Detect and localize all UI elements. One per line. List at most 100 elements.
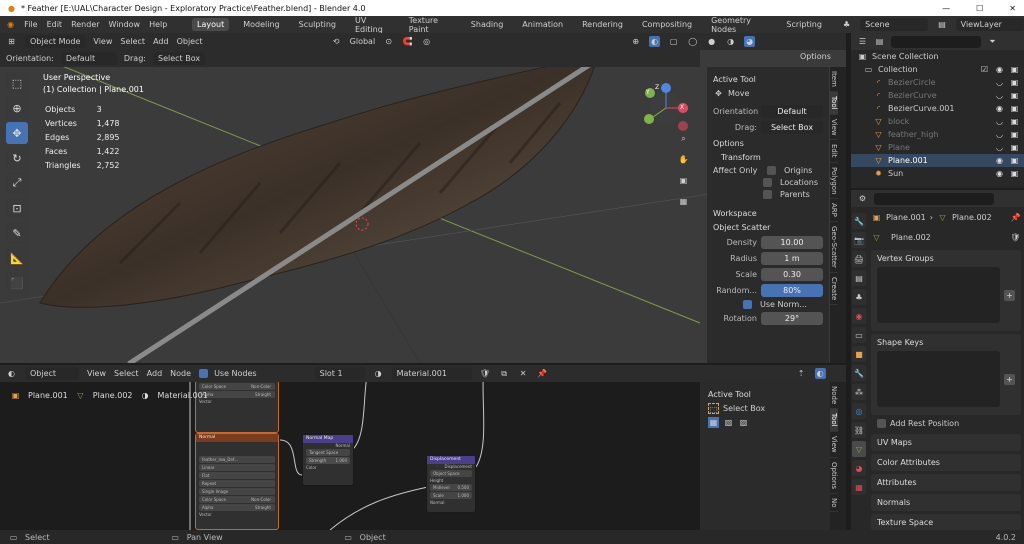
workspace-tab-scripting[interactable]: Scripting (781, 18, 827, 31)
uv-maps-section[interactable]: UV Maps (871, 434, 1021, 451)
pan-hand-icon[interactable]: ✋ (678, 154, 689, 165)
density-field[interactable]: 10.00 (761, 236, 823, 249)
pin-icon[interactable]: 📌 (1010, 212, 1021, 223)
tab-node-tool[interactable]: Tool (830, 409, 838, 432)
workspace-tab-rendering[interactable]: Rendering (577, 18, 628, 31)
shader-type-selector[interactable]: Object (25, 367, 79, 380)
select-box-tool-icon[interactable]: ⬚ (6, 72, 28, 94)
render-tab-icon[interactable]: 📷 (852, 232, 866, 248)
outliner-row[interactable]: ▭ Collection ☑ ◉ ▣ (851, 63, 1024, 76)
render-camera-icon[interactable]: ▣ (1009, 64, 1020, 75)
display-mode-icon[interactable]: ▤ (874, 36, 885, 47)
shape-keys-header[interactable]: Shape Keys (877, 338, 1015, 347)
move-tool-icon[interactable]: ✥ (6, 122, 28, 144)
unlink-material-icon[interactable]: ✕ (518, 368, 529, 379)
render-camera-icon[interactable]: ▣ (1009, 90, 1020, 101)
shading-solid-icon[interactable]: ● (706, 36, 717, 47)
camera-view-icon[interactable]: ▣ (678, 175, 689, 186)
menu-window[interactable]: Window (109, 20, 141, 29)
tab-tool[interactable]: Tool (830, 91, 838, 115)
physics-tab-icon[interactable]: ◎ (852, 403, 866, 419)
options-button[interactable]: Options (800, 52, 831, 61)
tab-node-no[interactable]: No (830, 494, 838, 513)
parents-checkbox[interactable] (763, 190, 772, 199)
use-normal-checkbox[interactable] (743, 300, 752, 309)
normal-map-node[interactable]: Normal Map Normal Tangent Space Strength… (302, 434, 354, 486)
viewport-menu-select[interactable]: Select (120, 37, 145, 46)
world-tab-icon[interactable]: ◉ (852, 308, 866, 324)
outliner-row[interactable]: ✹ Sun ◉ ▣ (851, 167, 1024, 180)
active-tool-header[interactable]: Active Tool (713, 75, 823, 84)
visibility-eye-icon[interactable]: ◡ (994, 142, 1005, 153)
outliner-row[interactable]: ◜ BezierCircle ◡ ▣ (851, 76, 1024, 89)
window-close-button[interactable]: ✕ (1009, 4, 1016, 13)
outliner-row-selected[interactable]: ▽ Plane.001 ◉ ▣ (851, 154, 1024, 167)
radius-field[interactable]: 1 m (761, 252, 823, 265)
vertex-groups-header[interactable]: Vertex Groups (877, 254, 1015, 263)
scale-field[interactable]: Scale 1.000 (430, 492, 472, 499)
render-camera-icon[interactable]: ▣ (1009, 116, 1020, 127)
xray-icon[interactable]: ▢ (668, 36, 679, 47)
node-title[interactable]: Normal (196, 434, 278, 442)
render-camera-icon[interactable]: ▣ (1009, 142, 1020, 153)
view-layer-selector[interactable]: ViewLayer (955, 18, 1024, 31)
checkbox-icon[interactable]: ☑ (979, 64, 990, 75)
viewport-menu-object[interactable]: Object (177, 37, 203, 46)
options-section[interactable]: Options (713, 139, 823, 148)
tab-item[interactable]: Item (830, 67, 838, 92)
fake-user-shield-icon[interactable]: 🛡 (1010, 232, 1021, 243)
node-field[interactable]: Object Space (430, 470, 472, 477)
snap-icon[interactable]: 🧲 (402, 36, 413, 47)
outliner-row[interactable]: ▣ Scene Collection (851, 50, 1024, 63)
select-mode-extend-icon[interactable]: ▧ (723, 417, 734, 428)
node-menu-select[interactable]: Select (114, 369, 139, 378)
tab-arp[interactable]: ARP (830, 199, 838, 223)
scene-icon[interactable]: ♣ (842, 19, 851, 30)
overlay-node-icon[interactable]: ◐ (814, 368, 826, 379)
transform-orientation-icon[interactable]: ⟲ (331, 36, 342, 47)
material-sphere-icon[interactable]: ◑ (373, 368, 384, 379)
tab-geo-scatter[interactable]: Geo-Scatter (830, 222, 838, 274)
gizmo-toggle-icon[interactable]: ⊕ (630, 36, 641, 47)
tab-node[interactable]: Node (830, 382, 838, 410)
node-menu-add[interactable]: Add (147, 369, 163, 378)
view-layer-tab-icon[interactable]: ▤ (852, 270, 866, 286)
color-attributes-section[interactable]: Color Attributes (871, 454, 1021, 471)
visibility-eye-icon[interactable]: ◉ (994, 64, 1005, 75)
outliner-search-input[interactable] (891, 35, 981, 48)
visibility-eye-icon[interactable]: ◉ (994, 168, 1005, 179)
drag-selector[interactable]: Select Box (152, 52, 206, 65)
node-title[interactable]: Normal Map (303, 435, 353, 443)
render-camera-icon[interactable]: ▣ (1009, 129, 1020, 140)
visibility-eye-icon[interactable]: ◡ (994, 90, 1005, 101)
tab-node-view[interactable]: View (830, 432, 838, 458)
displacement-node[interactable]: Displacement Displacement Object Space H… (426, 455, 476, 513)
object-scatter-section[interactable]: Object Scatter (713, 223, 823, 232)
node-editor-type-icon[interactable]: ◐ (6, 368, 17, 379)
visibility-eye-icon[interactable]: ◉ (994, 155, 1005, 166)
duplicate-material-icon[interactable]: ⧉ (499, 368, 510, 379)
texture-space-section[interactable]: Texture Space (871, 514, 1021, 531)
origins-checkbox[interactable] (767, 166, 776, 175)
scene-tab-icon[interactable]: ♣ (852, 289, 866, 305)
vertex-groups-list[interactable] (877, 267, 1000, 323)
node-field[interactable]: Repeat (199, 480, 275, 487)
transform-orientation-selector[interactable]: Global (350, 37, 376, 46)
ortho-grid-icon[interactable]: ▦ (678, 196, 689, 207)
scale-field[interactable]: 0.30 (761, 268, 823, 281)
menu-help[interactable]: Help (149, 20, 167, 29)
orientation-selector[interactable]: Default (60, 52, 117, 65)
workspace-tab-shading[interactable]: Shading (466, 18, 509, 31)
select-mode-subtract-icon[interactable]: ▨ (738, 417, 749, 428)
menu-edit[interactable]: Edit (47, 20, 63, 29)
tab-create[interactable]: Create (830, 273, 838, 306)
tab-view[interactable]: View (830, 115, 838, 141)
node-active-tool-header[interactable]: Active Tool (708, 390, 822, 399)
node-field[interactable]: Color Space Non-Color (199, 496, 275, 503)
workspace-tab-sculpting[interactable]: Sculpting (294, 18, 341, 31)
node-field[interactable]: Alpha Straight (199, 504, 275, 511)
modifier-tab-icon[interactable]: 🔧 (852, 365, 866, 381)
shading-wireframe-icon[interactable]: ◯ (687, 36, 698, 47)
measure-tool-icon[interactable]: 📐 (6, 247, 28, 269)
zoom-icon[interactable]: ⌕ (678, 133, 689, 144)
